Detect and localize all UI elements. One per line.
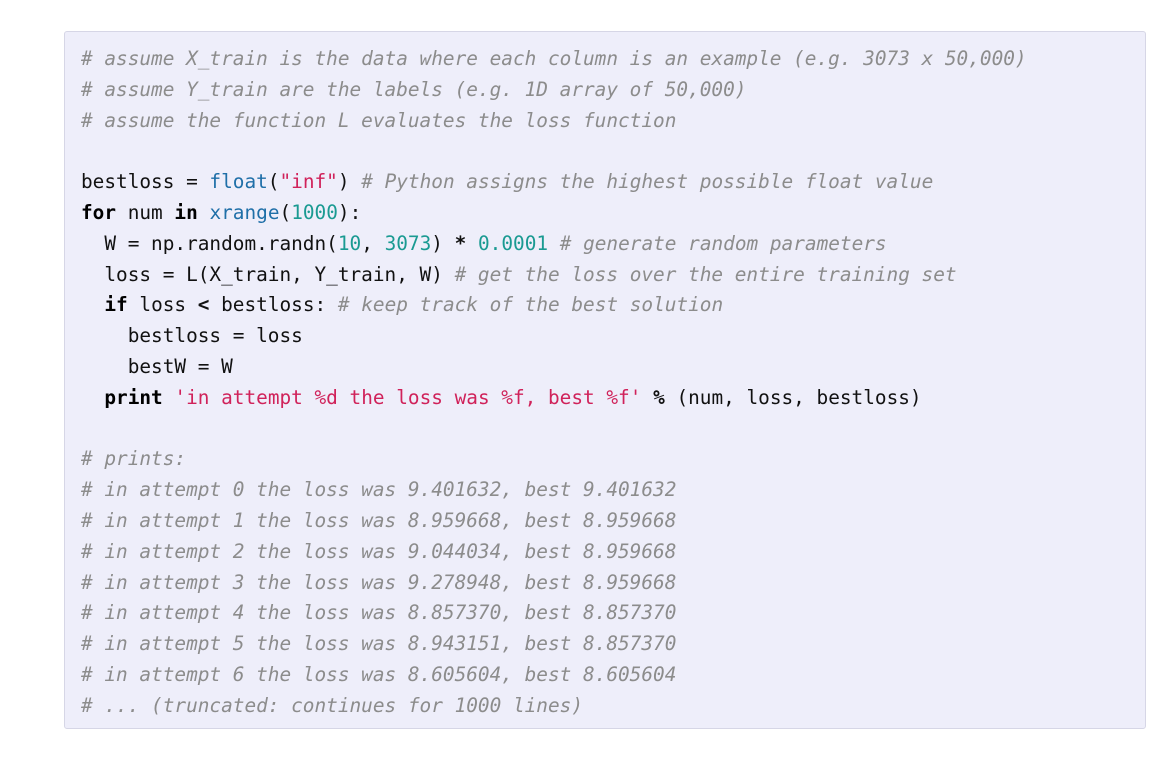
code-token-plain: ( (279, 200, 292, 224)
code-line: # in attempt 2 the loss was 9.044034, be… (81, 537, 1145, 568)
code-line: bestloss = loss (81, 321, 1145, 352)
code-token-comment: # in attempt 1 the loss was 8.959668, be… (81, 508, 677, 532)
code-token-plain: (num, loss, bestloss) (664, 385, 922, 409)
code-token-plain: ) (337, 170, 362, 194)
code-token-plain: , (361, 231, 385, 255)
code-line: # ... (truncated: continues for 1000 lin… (81, 691, 1145, 722)
code-line: if loss < bestloss: # keep track of the … (81, 290, 1145, 321)
code-token-plain: ): (337, 200, 362, 224)
code-line: bestloss = float("inf") # Python assigns… (81, 167, 1145, 198)
code-token-number: 0.0001 (478, 231, 549, 255)
code-line: # assume Y_train are the labels (e.g. 1D… (81, 75, 1145, 106)
code-token-comment: # generate random parameters (559, 231, 887, 255)
code-token-comment: # keep track of the best solution (337, 293, 724, 317)
code-token-comment: # assume the function L evaluates the lo… (81, 108, 677, 132)
code-token-op: < (197, 293, 210, 317)
code-token-comment: # in attempt 3 the loss was 9.278948, be… (81, 570, 677, 594)
code-line: # prints: (81, 444, 1145, 475)
code-line: for num in xrange(1000): (81, 198, 1145, 229)
code-token-op: * (454, 231, 467, 255)
code-token-comment: # assume X_train is the data where each … (81, 47, 1027, 70)
code-token-number: 10 (337, 231, 362, 255)
code-line: print 'in attempt %d the loss was %f, be… (81, 383, 1145, 414)
code-token-number: 1000 (291, 200, 338, 224)
code-line: # in attempt 3 the loss was 9.278948, be… (81, 568, 1145, 599)
code-token-comment: # in attempt 2 the loss was 9.044034, be… (81, 539, 677, 563)
code-line: bestW = W (81, 352, 1145, 383)
code-token-comment: # prints: (81, 447, 187, 471)
code-line: # in attempt 0 the loss was 9.401632, be… (81, 475, 1145, 506)
code-listing: # assume X_train is the data where each … (81, 44, 1145, 722)
code-token-comment: # get the loss over the entire training … (454, 262, 957, 286)
code-token-op: % (653, 385, 665, 409)
code-token-string: "inf" (279, 170, 338, 194)
code-token-keyword: in (174, 200, 198, 224)
code-token-plain: ( (267, 170, 280, 194)
code-token-plain: W = np.random.randn( (81, 231, 338, 255)
code-token-plain: bestloss = loss (81, 324, 303, 348)
code-token-comment: # ... (truncated: continues for 1000 lin… (81, 693, 583, 717)
code-token-plain: bestloss: (209, 293, 338, 317)
code-token-plain: ) (431, 231, 455, 255)
code-line: # in attempt 1 the loss was 8.959668, be… (81, 506, 1145, 537)
code-token-plain: bestW = W (81, 354, 233, 378)
code-token-comment: # assume Y_train are the labels (e.g. 1D… (81, 77, 747, 101)
code-token-plain: bestloss = (81, 170, 210, 194)
code-token-number: 3073 (384, 231, 432, 255)
code-line: # in attempt 5 the loss was 8.943151, be… (81, 629, 1145, 660)
code-token-keyword: if (104, 293, 128, 317)
code-token-plain: loss (127, 293, 198, 317)
code-line: # in attempt 4 the loss was 8.857370, be… (81, 598, 1145, 629)
code-line: # assume the function L evaluates the lo… (81, 106, 1145, 137)
code-token-comment: # in attempt 4 the loss was 8.857370, be… (81, 601, 677, 625)
code-token-keyword: for (81, 200, 117, 224)
code-line: # in attempt 6 the loss was 8.605604, be… (81, 660, 1145, 691)
code-line: W = np.random.randn(10, 3073) * 0.0001 #… (81, 229, 1145, 260)
code-token-keyword: print (104, 385, 163, 409)
code-token-comment: # in attempt 5 the loss was 8.943151, be… (81, 632, 677, 656)
code-token-comment: # in attempt 0 the loss was 9.401632, be… (81, 478, 677, 502)
code-token-builtin: float (209, 170, 268, 194)
code-block: # assume X_train is the data where each … (64, 31, 1146, 729)
code-token-plain: loss = L(X_train, Y_train, W) (81, 262, 455, 286)
code-line: loss = L(X_train, Y_train, W) # get the … (81, 260, 1145, 291)
code-token-string: 'in attempt %d the loss was %f, best %f' (174, 385, 642, 409)
code-token-comment: # Python assigns the highest possible fl… (361, 170, 934, 194)
code-token-builtin: xrange (209, 200, 280, 224)
code-token-plain: num (116, 200, 175, 224)
code-token-comment: # in attempt 6 the loss was 8.605604, be… (81, 662, 677, 686)
code-line: # assume X_train is the data where each … (81, 44, 1145, 75)
